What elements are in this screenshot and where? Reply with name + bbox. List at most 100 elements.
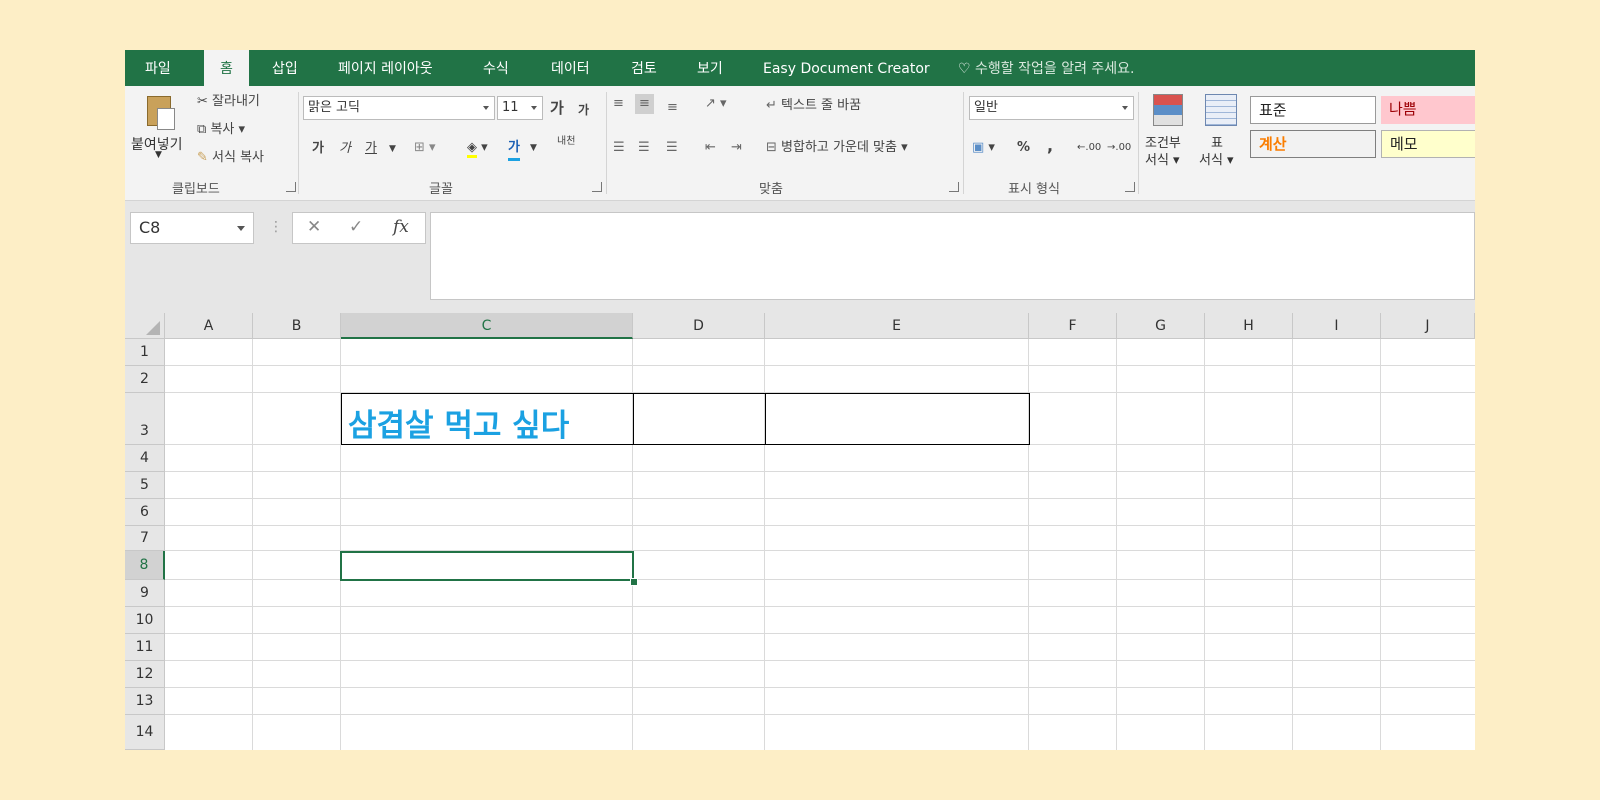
tab-formulas[interactable]: 수식 [483,50,509,86]
row-header-10[interactable]: 10 [125,607,165,634]
row-header-4[interactable]: 4 [125,445,165,472]
phonetic-button[interactable]: 내천 [557,136,575,148]
column-header-c[interactable]: C [341,313,633,339]
column-header-b[interactable]: B [253,313,341,339]
row-header-11[interactable]: 11 [125,634,165,661]
tab-page-layout[interactable]: 페이지 레이아웃 [338,50,433,86]
name-box[interactable]: C8 [130,212,254,244]
underline-dropdown-icon[interactable]: ▼ [389,139,396,159]
bottom-align-icon[interactable]: ≡ [667,98,678,118]
copy-button[interactable]: ⧉ 복사 ▾ [197,120,245,140]
shrink-font-button[interactable]: 가 [578,100,589,120]
row-header-8[interactable]: 8 [125,551,165,580]
row-header-9[interactable]: 9 [125,580,165,607]
align-left-icon[interactable]: ☰ [613,138,625,158]
font-size-dropdown[interactable]: 11 [497,96,543,120]
italic-button[interactable]: 가 [339,139,351,159]
font-launcher[interactable] [592,182,602,192]
merge-icon: ⊟ [766,140,777,155]
percent-button[interactable]: % [1017,138,1030,158]
tab-view[interactable]: 보기 [697,50,723,86]
column-header-a[interactable]: A [165,313,253,339]
lightbulb-icon: ♡ [958,61,971,77]
font-color-button[interactable]: 가 [508,138,520,161]
bold-button[interactable]: 가 [312,139,324,159]
comma-button[interactable]: , [1047,136,1053,156]
clipboard-launcher[interactable] [286,182,296,192]
row-header-3[interactable]: 3 [125,393,165,445]
top-align-icon[interactable]: ≡ [613,94,624,114]
number-launcher[interactable] [1125,182,1135,192]
align-center-icon[interactable]: ☰ [638,138,650,158]
alignment-launcher[interactable] [949,182,959,192]
row-header-2[interactable]: 2 [125,366,165,393]
fill-handle[interactable] [630,578,638,586]
border-icon: ⊞ [414,140,425,155]
tab-insert[interactable]: 삽입 [272,50,298,86]
tab-home[interactable]: 홈 [204,50,249,86]
tab-file[interactable]: 파일 [145,50,171,86]
increase-indent-icon[interactable]: ⇥ [731,138,742,158]
row-header-13[interactable]: 13 [125,688,165,715]
font-color-dropdown-icon[interactable]: ▼ [530,138,537,158]
conditional-formatting-icon [1153,94,1183,126]
paste-button[interactable]: 붙여넣기 ▼ [131,92,193,164]
active-cell-c8[interactable] [340,551,634,581]
border-button[interactable]: ⊞ ▾ [414,138,436,158]
wrap-text-button[interactable]: ↵ 텍스트 줄 바꿈 [766,96,861,116]
tell-me-search[interactable]: ♡ 수행할 작업을 알려 주세요. [958,50,1135,86]
row-header-14[interactable]: 14 [125,715,165,750]
gridline [165,660,1475,661]
underline-button[interactable]: 가 [365,139,377,159]
paintbrush-icon: ✎ [197,150,208,165]
font-name-dropdown[interactable]: 맑은 고딕 [303,96,495,120]
column-header-g[interactable]: G [1117,313,1205,339]
decrease-decimal-button[interactable]: →.00 [1107,138,1131,158]
number-format-dropdown[interactable]: 일반 [969,96,1134,120]
cell-style-bad[interactable]: 나쁨 [1381,96,1475,124]
align-right-icon[interactable]: ☰ [666,138,678,158]
accounting-format-button[interactable]: ▣ ▾ [972,138,995,158]
cell-style-note[interactable]: 메모 [1381,130,1475,158]
cell-e3[interactable] [765,393,1030,445]
divider [606,92,607,194]
currency-icon: ▣ [972,140,985,155]
cell-style-calculation[interactable]: 계산 [1250,130,1376,158]
row-header-5[interactable]: 5 [125,472,165,499]
column-header-e[interactable]: E [765,313,1029,339]
row-header-12[interactable]: 12 [125,661,165,688]
column-header-i[interactable]: I [1293,313,1381,339]
increase-decimal-button[interactable]: ←.00 [1077,138,1101,158]
formula-input[interactable] [430,212,1475,300]
middle-align-icon[interactable]: ≡ [635,94,654,114]
column-header-d[interactable]: D [633,313,765,339]
gridline [165,525,1475,526]
tab-data[interactable]: 데이터 [551,50,590,86]
tab-review[interactable]: 검토 [631,50,657,86]
column-header-h[interactable]: H [1205,313,1293,339]
format-as-table-button[interactable]: 표 서식 ▾ [1199,92,1247,172]
tab-easy-document-creator[interactable]: Easy Document Creator [763,50,930,86]
row-header-7[interactable]: 7 [125,526,165,551]
gridline [1292,339,1293,750]
cell-c3[interactable]: 삼겹살 먹고 싶다 [341,393,634,445]
chevron-down-icon: ▼ [155,150,162,160]
row-header-1[interactable]: 1 [125,339,165,366]
conditional-formatting-button[interactable]: 조건부 서식 ▾ [1143,92,1195,172]
orientation-icon[interactable]: ↗ ▾ [705,94,727,114]
cell-d3[interactable] [633,393,766,445]
grow-font-button[interactable]: 가 [550,98,564,118]
select-all-button[interactable] [125,313,165,339]
fill-color-button[interactable]: ◈ ▾ [467,138,488,158]
merge-center-button[interactable]: ⊟ 병합하고 가운데 맞춤 ▾ [766,138,908,158]
column-header-j[interactable]: J [1381,313,1475,339]
row-header-6[interactable]: 6 [125,499,165,526]
cell-style-normal[interactable]: 표준 [1250,96,1376,124]
insert-function-icon[interactable]: fx [393,217,409,237]
column-header-f[interactable]: F [1029,313,1117,339]
cut-button[interactable]: ✂ 잘라내기 [197,92,260,112]
format-painter-button[interactable]: ✎ 서식 복사 [197,148,264,168]
enter-icon[interactable]: ✓ [349,217,363,237]
decrease-indent-icon[interactable]: ⇤ [705,138,716,158]
cancel-icon[interactable]: ✕ [307,217,321,237]
